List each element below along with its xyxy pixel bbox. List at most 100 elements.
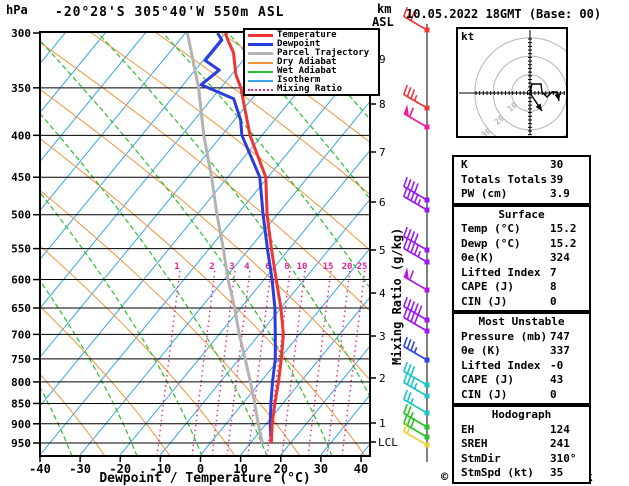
stat-label: Lifted Index	[461, 358, 541, 372]
stat-label: K	[461, 158, 468, 171]
stat-label: Totals Totals	[461, 172, 548, 186]
stat-value: 35	[550, 466, 564, 479]
stat-value: 124	[550, 422, 570, 436]
stat-row: Totals Totals 39	[454, 173, 589, 188]
stat-value: 0	[550, 387, 557, 401]
mixing-ratio-label: 4	[244, 262, 250, 272]
km-tick-label: 5	[379, 244, 386, 257]
stat-row: StmSpd (kt) 35	[454, 466, 589, 481]
hodograph: 102030	[456, 27, 568, 138]
stats-panel-title: Hodograph	[491, 408, 552, 421]
mixing-ratio-label: 15	[323, 262, 334, 272]
stats-panel: Most Unstable Pressure (mb) 747 θe (K) 337 Li…	[452, 312, 591, 405]
pressure-tick-label: 400	[11, 129, 31, 142]
mixing-ratio-label: 2	[209, 262, 214, 272]
stat-row: Dewp (°C) 15.2	[454, 237, 589, 252]
stat-value: 3.9	[550, 187, 570, 200]
stat-label: SREH	[461, 437, 488, 450]
pressure-tick-label: 900	[11, 418, 31, 431]
stat-label: Temp (°C)	[461, 222, 521, 235]
stat-label: Dewp (°C)	[461, 236, 521, 250]
stat-label: θe (K)	[461, 344, 501, 357]
legend-line-sample	[248, 43, 273, 46]
km-tick-label: 3	[379, 330, 386, 343]
pressure-tick-label: 950	[11, 437, 31, 450]
stats-panel: Hodograph EH 124 SREH 241 StmDir 310° StmSpd (k…	[452, 405, 591, 484]
pressure-unit-label: hPa	[6, 3, 28, 17]
stat-value: 310°	[550, 451, 577, 465]
skewt-sounding-screen: 1 2 3 4 6 8 10 15 20 25 300 350 400 450 500 550 600 650 70…	[0, 0, 629, 486]
mixing-ratio-label: 3	[229, 262, 234, 272]
legend: Temperature Dewpoint Parcel Trajectory Dry …	[243, 28, 380, 96]
km-axis-label: km	[377, 2, 392, 16]
pressure-tick-label: 650	[11, 302, 31, 315]
km-tick-label: 7	[379, 146, 386, 159]
stat-row: CAPE (J) 43	[454, 373, 589, 388]
stat-value: 337	[550, 344, 570, 357]
stat-row: CIN (J) 0	[454, 388, 589, 403]
stat-label: Lifted Index	[461, 265, 541, 279]
legend-line-sample	[248, 79, 273, 82]
stat-label: θe(K)	[461, 251, 495, 264]
wind-barb	[403, 267, 430, 293]
km-tick-label: 8	[379, 98, 386, 111]
stat-row: Temp (°C) 15.2	[454, 222, 589, 237]
wind-barb	[403, 336, 430, 363]
chart-title: -20°28'S 305°40'W 550m ASL	[55, 5, 285, 20]
stat-value: -0	[550, 358, 564, 372]
km-tick-label: 4	[379, 287, 386, 300]
stat-label: StmSpd (kt)	[461, 466, 534, 479]
mixing-ratio-label: 8	[284, 262, 289, 272]
stat-row: Lifted Index -0	[454, 359, 589, 374]
stat-value: 8	[550, 280, 557, 293]
stat-value: 241	[550, 437, 570, 450]
stat-label: CAPE (J)	[461, 280, 514, 293]
stat-value: 15.2	[550, 236, 577, 250]
hodograph-kt-label: kt	[461, 30, 475, 43]
legend-item-label: Mixing Ratio	[277, 84, 343, 94]
legend-line-sample	[248, 34, 273, 37]
stats-panel-title: Surface	[498, 207, 545, 221]
legend-line-sample	[248, 61, 273, 64]
stats-panel-title: Most Unstable	[478, 315, 565, 328]
stat-value: 324	[550, 251, 570, 264]
pressure-tick-label: 550	[11, 243, 31, 256]
stat-row: EH 124	[454, 423, 589, 438]
x-axis-title: Dewpoint / Temperature (°C)	[99, 471, 311, 486]
mixing-ratio-line	[341, 269, 366, 456]
mixing-ratio-label: 25	[357, 262, 368, 272]
datetime-label: 10.05.2022 18GMT (Base: 00)	[406, 7, 602, 21]
pressure-tick-label: 300	[11, 27, 31, 40]
stat-value: 30	[550, 158, 564, 171]
pressure-tick-label: 350	[11, 82, 31, 95]
pressure-tick-label: 800	[11, 376, 31, 389]
stat-row: Lifted Index 7	[454, 266, 589, 281]
stat-label: Pressure (mb)	[461, 329, 548, 343]
km-tick-label: 6	[379, 196, 386, 209]
legend-item: Mixing Ratio	[248, 85, 378, 94]
stat-value: 0	[550, 294, 557, 308]
pressure-tick-label: 700	[11, 328, 31, 341]
mixing-ratio-axis-title: Mixing Ratio (g/kg)	[390, 227, 404, 365]
stat-label: EH	[461, 422, 475, 436]
pressure-tick-label: 450	[11, 171, 31, 184]
stat-row: Pressure (mb) 747	[454, 330, 589, 345]
stat-row: CAPE (J) 8	[454, 280, 589, 295]
legend-line-sample	[248, 88, 273, 91]
stat-row: PW (cm) 3.9	[454, 187, 589, 202]
stat-label: PW (cm)	[461, 187, 508, 200]
pressure-tick-label: 500	[11, 209, 31, 222]
stat-value: 7	[550, 265, 557, 279]
mixing-ratio-label: 1	[174, 262, 179, 272]
stat-row: K 30	[454, 158, 589, 173]
stats-panels: K 30 Totals Totals 39 PW (cm) 3.9 Surface Temp …	[452, 155, 591, 484]
pressure-tick-label: 600	[11, 274, 31, 287]
stat-row: θe (K) 337	[454, 344, 589, 359]
stat-label: StmDir	[461, 451, 501, 465]
mixing-ratio-line	[281, 269, 306, 456]
mixing-ratio-label: 20	[342, 262, 353, 272]
stat-row: θe(K) 324	[454, 251, 589, 266]
stat-row: StmDir 310°	[454, 452, 589, 467]
stats-panel: K 30 Totals Totals 39 PW (cm) 3.9	[452, 155, 591, 205]
legend-line-sample	[248, 52, 273, 55]
